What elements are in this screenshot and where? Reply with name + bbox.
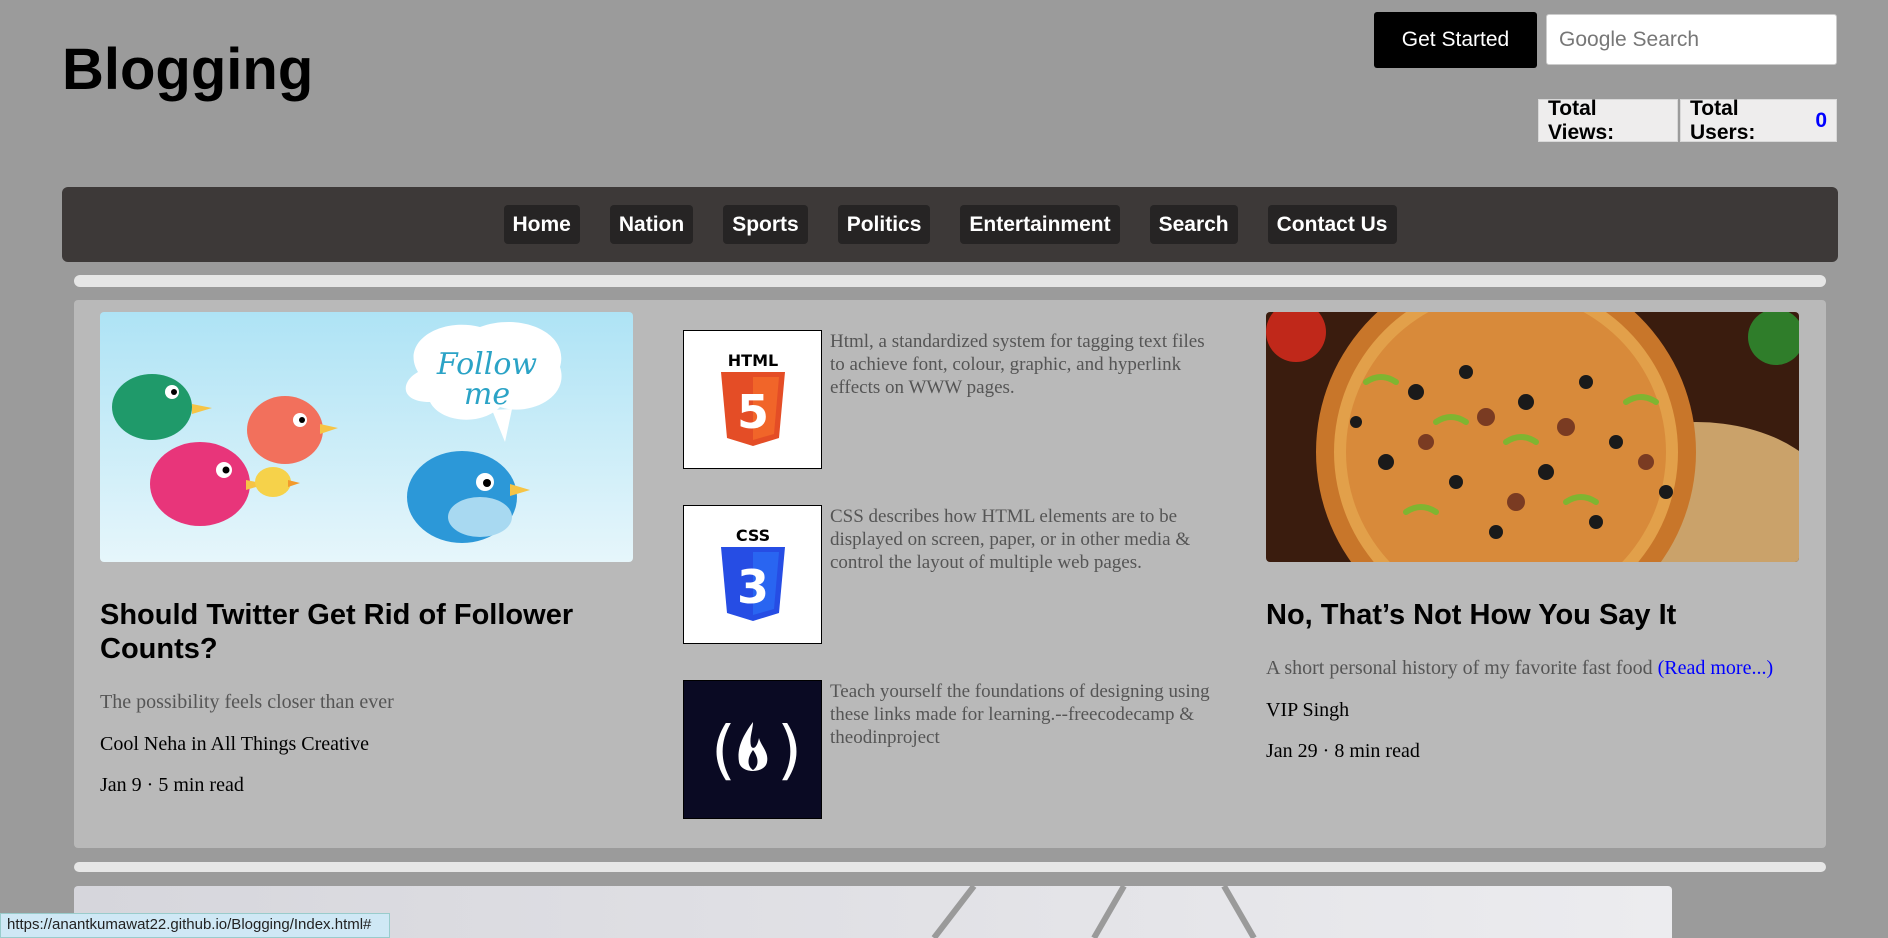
learning-description: Teach yourself the foundations of design… <box>830 681 1210 748</box>
svg-text:me: me <box>464 377 510 412</box>
twitter-birds-image: Follow me <box>100 312 633 562</box>
svg-text:(: ( <box>711 714 736 788</box>
article-title[interactable]: No, That’s Not How You Say It <box>1266 598 1799 632</box>
total-views-label: Total Views: <box>1548 96 1615 144</box>
svg-text:): ) <box>777 714 802 788</box>
article-card-twitter[interactable]: Follow me Should Twitter Get Rid of Foll… <box>100 312 633 797</box>
google-search-input[interactable] <box>1546 14 1837 65</box>
html5-icon[interactable]: HTML 5 <box>683 330 822 469</box>
nav-sports[interactable]: Sports <box>723 205 808 244</box>
article-author: VIP Singh <box>1266 699 1350 721</box>
total-users-stat: Total Users: 0 <box>1680 96 1837 144</box>
article-subtitle: The possibility feels closer than ever <box>100 691 394 713</box>
featured-panel: Follow me Should Twitter Get Rid of Foll… <box>74 300 1826 848</box>
svg-text:5: 5 <box>736 385 768 439</box>
svg-text:3: 3 <box>736 560 768 614</box>
article-author: Cool Neha in All Things Creative <box>100 733 370 755</box>
main-navbar: Home Nation Sports Politics Entertainmen… <box>62 187 1838 262</box>
article-subtitle-text: A short personal history of my favorite … <box>1266 657 1653 679</box>
read-more-link[interactable]: (Read more...) <box>1658 657 1774 679</box>
get-started-button[interactable]: Get Started <box>1374 12 1537 68</box>
pizza-image <box>1266 312 1799 562</box>
total-users-label: Total Users: <box>1690 96 1756 144</box>
total-users-count: 0 <box>1815 108 1827 132</box>
freecodecamp-icon[interactable]: ( ) <box>683 680 822 819</box>
nav-search[interactable]: Search <box>1149 205 1238 244</box>
svg-text:CSS: CSS <box>735 526 769 545</box>
nav-nation[interactable]: Nation <box>609 205 694 244</box>
article-subtitle: A short personal history of my favorite … <box>1266 656 1799 681</box>
svg-text:HTML: HTML <box>727 351 777 370</box>
css-description: CSS describes how HTML elements are to b… <box>830 506 1191 573</box>
article-date: Jan 29 · 8 min read <box>1266 740 1420 762</box>
article-title[interactable]: Should Twitter Get Rid of Follower Count… <box>100 598 633 666</box>
status-bar-url: https://anantkumawat22.github.io/Bloggin… <box>0 913 390 938</box>
nav-entertainment[interactable]: Entertainment <box>960 205 1120 244</box>
divider-bar-bottom <box>74 862 1826 872</box>
article-date: Jan 9 · 5 min read <box>100 774 244 796</box>
article-card-pizza[interactable]: No, That’s Not How You Say It A short pe… <box>1266 312 1799 763</box>
css3-icon[interactable]: CSS 3 <box>683 505 822 644</box>
divider-bar-top <box>74 275 1826 287</box>
nav-politics[interactable]: Politics <box>837 205 931 244</box>
html-description: Html, a standardized system for tagging … <box>830 331 1205 398</box>
site-title: Blogging <box>62 37 314 102</box>
nav-contact-us[interactable]: Contact Us <box>1267 205 1397 244</box>
nav-home[interactable]: Home <box>503 205 580 244</box>
total-views-stat: Total Views: <box>1538 96 1678 144</box>
